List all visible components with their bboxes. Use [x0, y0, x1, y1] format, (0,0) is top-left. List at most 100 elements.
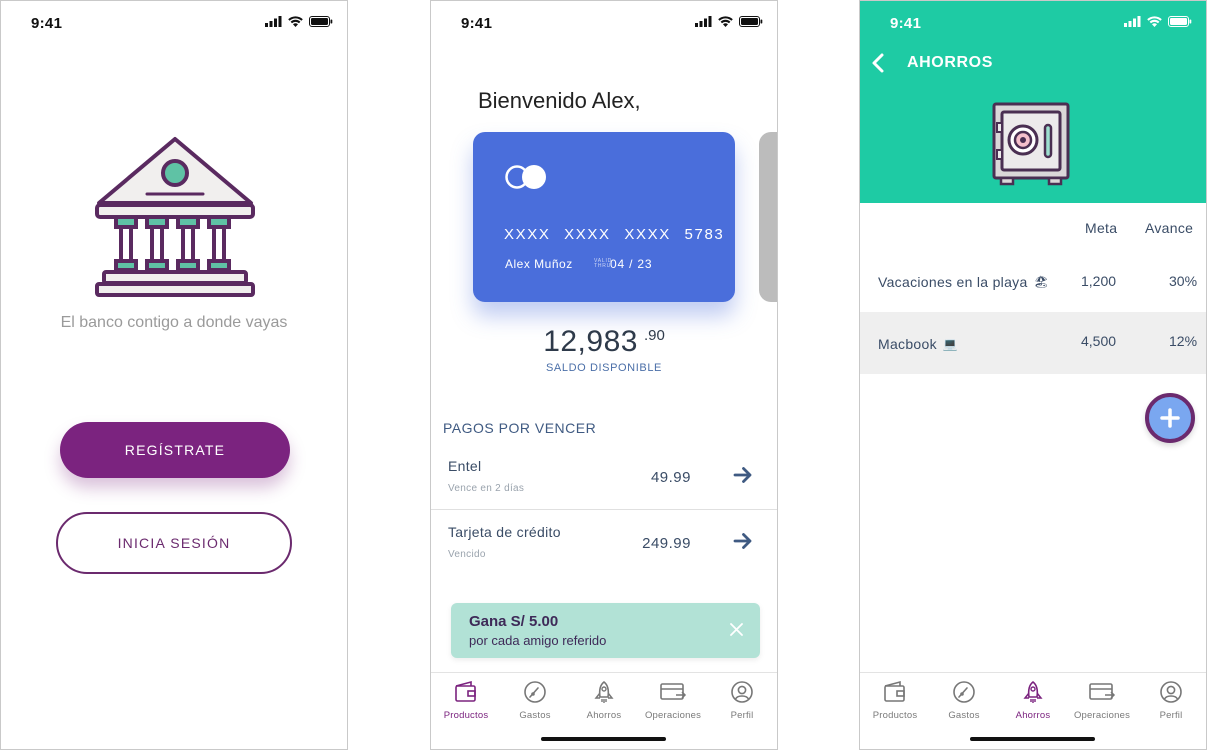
- profile-icon: [1160, 681, 1182, 703]
- register-button[interactable]: REGÍSTRATE: [60, 422, 290, 478]
- credit-card[interactable]: XXXX XXXX XXXX 5783 Alex Muñoz VALID THR…: [473, 132, 735, 302]
- goal-name-text: Macbook: [878, 336, 937, 352]
- profile-icon: [731, 681, 753, 703]
- laptop-icon: 💻: [942, 337, 959, 351]
- status-time: 9:41: [31, 15, 63, 32]
- tab-label: Gastos: [948, 710, 980, 721]
- goal-name: Macbook 💻: [878, 336, 958, 352]
- tab-label: Ahorros: [586, 710, 622, 721]
- status-icons: [265, 16, 333, 27]
- plus-icon: [1160, 408, 1180, 428]
- card-brand-icon: [505, 165, 546, 189]
- goal-name-text: Vacaciones en la playa: [878, 274, 1028, 290]
- page-title: AHORROS: [907, 54, 993, 71]
- payment-name: Tarjeta de crédito: [448, 524, 561, 540]
- back-chevron-icon[interactable]: [868, 51, 888, 75]
- status-icons: [695, 16, 763, 27]
- wifi-icon: [288, 16, 303, 27]
- gauge-icon: [953, 681, 975, 703]
- tab-operaciones[interactable]: Operaciones: [638, 679, 708, 721]
- balance: 12,983 .90: [431, 325, 777, 359]
- battery-icon: [309, 16, 333, 27]
- balance-label: SALDO DISPONIBLE: [546, 362, 662, 374]
- arrow-right-icon[interactable]: [733, 466, 753, 484]
- column-avance: Avance: [1145, 220, 1194, 236]
- payment-name: Entel: [448, 458, 482, 474]
- arrow-right-icon[interactable]: [733, 532, 753, 550]
- card-transfer-icon: [660, 683, 687, 700]
- gauge-icon: [524, 681, 546, 703]
- signal-icon: [265, 16, 282, 27]
- tab-label: Productos: [443, 710, 489, 721]
- payment-amount: 249.99: [642, 535, 691, 552]
- beach-icon: 🏖: [1033, 275, 1050, 289]
- next-card-peek[interactable]: [759, 132, 777, 302]
- card-number: XXXX XXXX XXXX 5783: [504, 226, 725, 243]
- tab-bar: Productos Gastos Ahorros Operaciones Per…: [431, 672, 777, 749]
- home-screen: 9:41 Bienvenido Alex, XXXX XXXX XXXX 578…: [430, 0, 778, 750]
- battery-icon: [1168, 16, 1192, 27]
- safe-icon: [992, 102, 1070, 186]
- tab-productos[interactable]: Productos: [431, 679, 501, 721]
- referral-banner[interactable]: Gana S/ 5.00 por cada amigo referido: [451, 603, 760, 658]
- status-bar: 9:41: [431, 1, 777, 45]
- card-holder: Alex Muñoz: [505, 257, 573, 271]
- welcome-heading: Bienvenido Alex,: [478, 88, 641, 113]
- payment-status: Vencido: [448, 549, 486, 560]
- card-expiry: VALID THRU 04 / 23: [594, 257, 652, 271]
- savings-header: 9:41 AHORROS: [860, 1, 1206, 203]
- payment-amount: 49.99: [650, 469, 691, 486]
- wallet-icon: [884, 680, 905, 702]
- add-goal-button[interactable]: [1145, 393, 1195, 443]
- welcome-screen: 9:41 El banco contigo a donde vayas REGÍ…: [0, 0, 348, 750]
- tab-ahorros[interactable]: Ahorros: [569, 679, 639, 721]
- tagline: El banco contigo a donde vayas: [60, 314, 288, 331]
- status-time: 9:41: [890, 15, 922, 32]
- tab-perfil[interactable]: Perfil: [1136, 679, 1206, 721]
- tab-label: Gastos: [519, 710, 551, 721]
- home-indicator: [970, 737, 1095, 741]
- battery-icon: [739, 16, 763, 27]
- divider: [431, 509, 777, 510]
- tab-gastos[interactable]: Gastos: [500, 679, 570, 721]
- goal-row[interactable]: Vacaciones en la playa 🏖 1,200 30%: [860, 251, 1206, 313]
- balance-cents: .90: [643, 327, 665, 344]
- status-bar: 9:41: [1, 1, 347, 45]
- login-button[interactable]: INICIA SESIÓN: [56, 512, 292, 574]
- tab-bar: Productos Gastos Ahorros Operaciones Per…: [860, 672, 1206, 749]
- promo-subtitle: por cada amigo referido: [469, 633, 607, 648]
- bank-icon: [95, 137, 255, 297]
- card-expiry-date: 04 / 23: [610, 257, 653, 271]
- goal-progress: 30%: [1169, 273, 1198, 289]
- status-time: 9:41: [461, 15, 493, 32]
- tab-label: Perfil: [730, 710, 754, 721]
- savings-screen: 9:41 AHORROS Meta Avance Vacaciones en l…: [859, 0, 1207, 750]
- tab-operaciones[interactable]: Operaciones: [1067, 679, 1137, 721]
- tab-ahorros[interactable]: Ahorros: [998, 679, 1068, 721]
- tab-label: Perfil: [1159, 710, 1183, 721]
- tab-productos[interactable]: Productos: [860, 679, 930, 721]
- goal-name: Vacaciones en la playa 🏖: [878, 274, 1049, 290]
- column-meta: Meta: [1085, 220, 1118, 236]
- goal-row[interactable]: Macbook 💻 4,500 12%: [860, 312, 1206, 374]
- rocket-icon: [594, 680, 614, 703]
- signal-icon: [695, 16, 712, 27]
- status-icons: [1124, 16, 1192, 27]
- status-bar: 9:41: [860, 1, 1206, 45]
- card-expiry-label: VALID THRU: [594, 258, 613, 269]
- tab-perfil[interactable]: Perfil: [707, 679, 777, 721]
- payment-status: Vence en 2 días: [448, 483, 525, 494]
- payments-title: PAGOS POR VENCER: [443, 420, 597, 436]
- tab-label: Productos: [872, 710, 918, 721]
- close-icon[interactable]: [729, 622, 744, 637]
- payment-row[interactable]: Tarjeta de crédito Vencido 249.99: [431, 518, 777, 584]
- promo-title: Gana S/ 5.00: [469, 613, 559, 630]
- wifi-icon: [1147, 16, 1162, 27]
- balance-amount: 12,983: [543, 325, 638, 358]
- tab-label: Operaciones: [1073, 710, 1131, 721]
- signal-icon: [1124, 16, 1141, 27]
- goal-target: 4,500: [1081, 333, 1117, 349]
- tab-gastos[interactable]: Gastos: [929, 679, 999, 721]
- card-transfer-icon: [1089, 683, 1116, 700]
- tab-label: Operaciones: [644, 710, 702, 721]
